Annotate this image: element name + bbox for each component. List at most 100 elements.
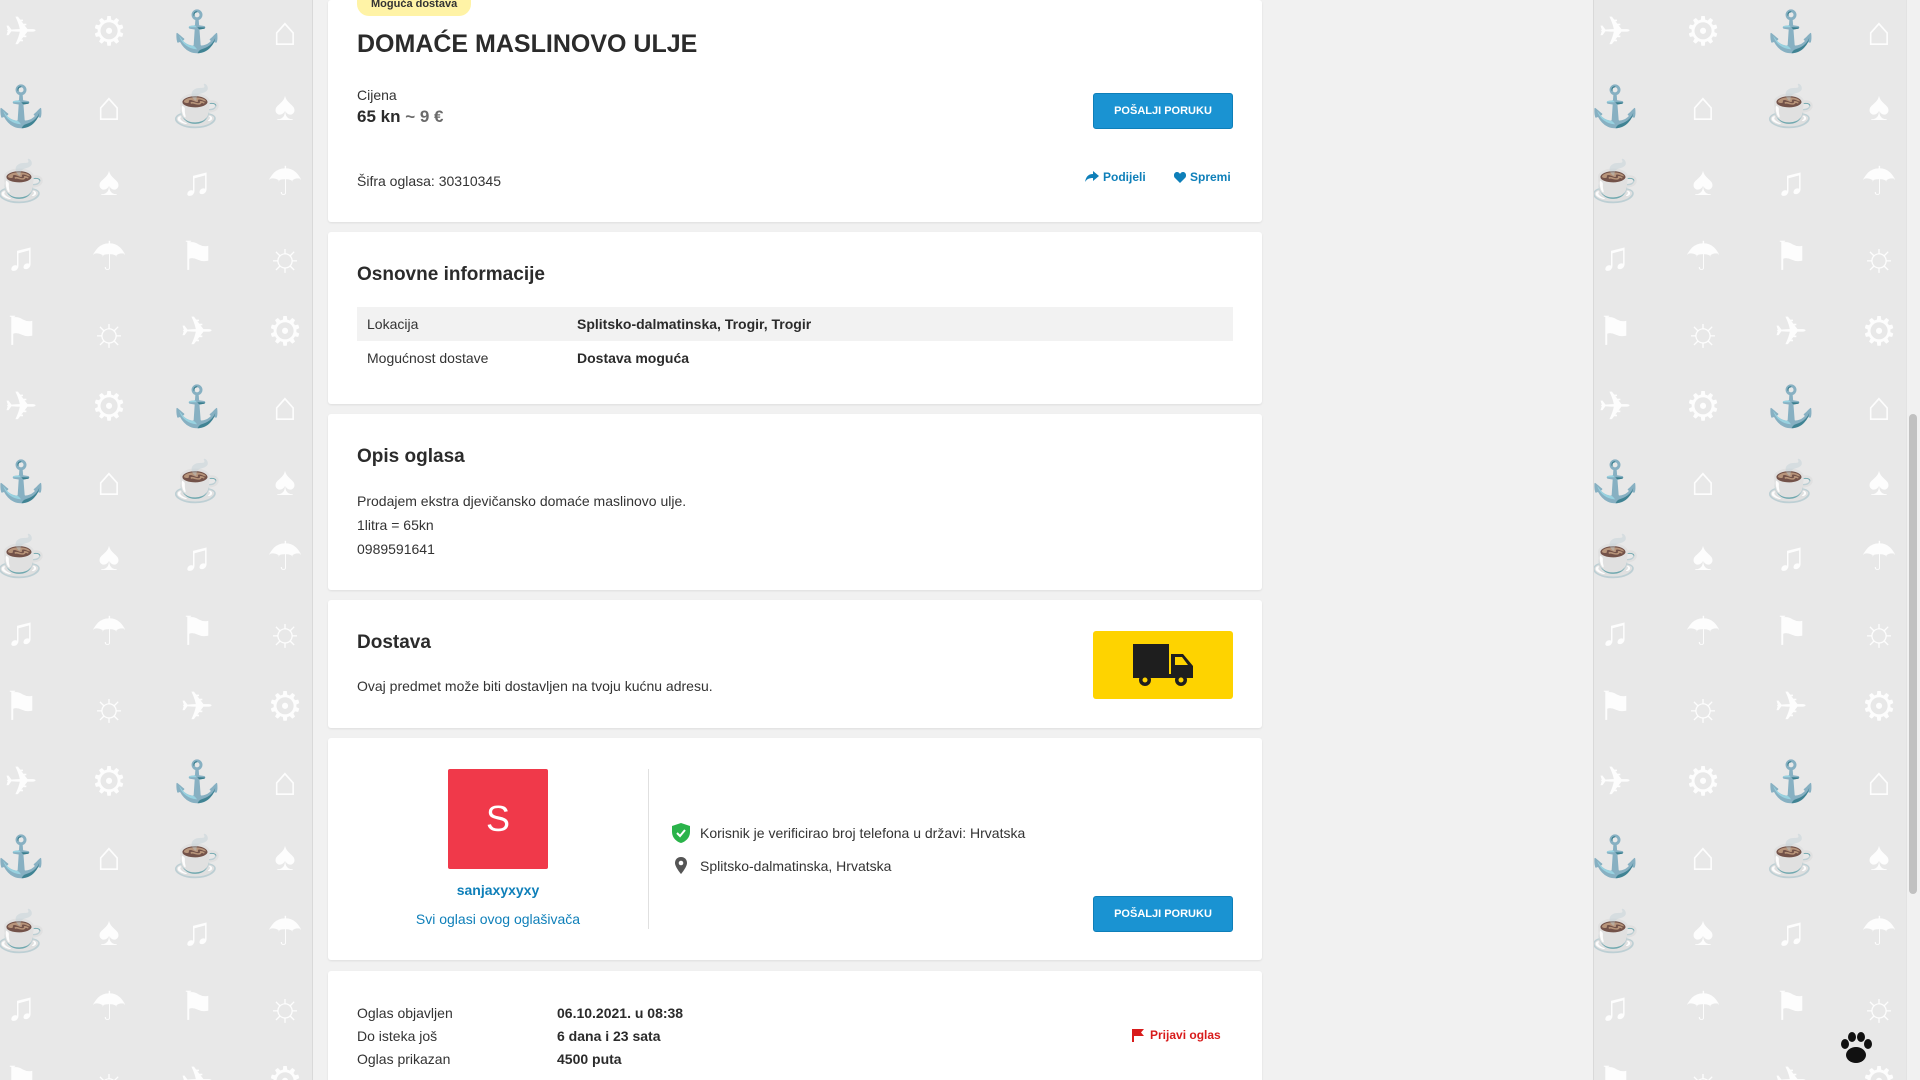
share-button[interactable]: Podijeli <box>1085 170 1146 184</box>
pattern-gear-icon: ⚙ <box>91 385 127 429</box>
price-kn: 65 kn <box>357 107 401 126</box>
pattern-flag-icon: ⚑ <box>179 985 215 1029</box>
send-message-button[interactable]: POŠALJI PORUKU <box>1093 93 1233 129</box>
pattern-house-icon: ⌂ <box>1866 760 1892 804</box>
basic-info-title: Osnovne informacije <box>357 264 545 285</box>
pattern-house-icon: ⌂ <box>96 460 122 504</box>
pattern-house-icon: ⌂ <box>1690 835 1716 879</box>
description-title: Opis oglasa <box>357 446 465 467</box>
pattern-spade-icon: ♠ <box>274 835 296 879</box>
pattern-flag-icon: ⚑ <box>3 310 39 354</box>
pattern-house-icon: ⌂ <box>272 10 298 54</box>
all-seller-ads-link[interactable]: Svi oglasi ovog oglašivača <box>378 911 618 927</box>
pattern-cup-icon: ☕ <box>172 835 222 879</box>
pattern-plane-icon: ✈ <box>180 685 214 729</box>
pattern-anchor-icon: ⚓ <box>172 385 222 429</box>
pattern-sun-icon: ☼ <box>82 1060 136 1080</box>
delivery-badge: Moguća dostava <box>357 0 472 16</box>
pattern-gear-icon: ⚙ <box>1861 685 1897 729</box>
pattern-cup-icon: ☕ <box>0 535 46 579</box>
meta-value: 06.10.2021. u 08:38 <box>557 1005 684 1021</box>
flag-icon <box>1132 1028 1144 1042</box>
pattern-flag-icon: ⚑ <box>3 685 39 729</box>
pattern-sun-icon: ☼ <box>1684 310 1722 354</box>
pattern-plane-icon: ✈ <box>170 1060 224 1080</box>
pattern-umbrella-icon: ☂ <box>1685 235 1721 279</box>
save-button[interactable]: Spremi <box>1174 170 1231 184</box>
scrollbar-thumb[interactable] <box>1909 414 1917 894</box>
pattern-umbrella-icon: ☂ <box>1685 610 1721 654</box>
pattern-umbrella-icon: ☂ <box>91 985 127 1029</box>
pattern-sun-icon: ☼ <box>1684 685 1722 729</box>
price-label: Cijena <box>357 87 397 103</box>
pattern-anchor-icon: ⚓ <box>1594 85 1640 129</box>
ad-id: Šifra oglasa: 30310345 <box>357 173 501 189</box>
pattern-cup-icon: ☕ <box>172 85 222 129</box>
meta-key: Do isteka još <box>357 1028 438 1044</box>
share-icon <box>1085 171 1099 182</box>
report-ad-button[interactable]: Prijavi oglas <box>1132 1028 1221 1042</box>
pattern-anchor-icon: ⚓ <box>0 460 46 504</box>
pattern-spade-icon: ♠ <box>274 460 296 504</box>
verified-shield-icon <box>672 823 690 843</box>
seller-username[interactable]: sanjaxyxyxy <box>398 882 598 898</box>
pattern-plane-icon: ✈ <box>4 385 38 429</box>
pattern-house-icon: ⌂ <box>96 835 122 879</box>
pattern-anchor-icon: ⚓ <box>0 85 46 129</box>
pattern-cup-icon: ☕ <box>1594 535 1640 579</box>
info-key: Mogućnost dostave <box>367 350 489 366</box>
verified-phone: Korisnik je verificirao broj telefona u … <box>672 823 1025 843</box>
avatar[interactable]: S <box>448 769 548 869</box>
pattern-anchor-icon: ⚓ <box>1594 835 1640 879</box>
location-text: Splitsko-dalmatinska, Hrvatska <box>700 858 892 874</box>
ad-title: DOMAĆE MASLINOVO ULJE <box>357 30 698 58</box>
send-message-button-seller[interactable]: POŠALJI PORUKU <box>1093 896 1233 932</box>
pattern-spade-icon: ♠ <box>1692 160 1714 204</box>
pattern-plane-icon: ✈ <box>1774 685 1808 729</box>
pattern-spade-icon: ♠ <box>98 910 120 954</box>
pattern-spade-icon: ♠ <box>1868 85 1890 129</box>
pattern-plane-icon: ✈ <box>4 10 38 54</box>
pattern-flag-icon: ⚑ <box>1594 1060 1642 1080</box>
pattern-cup-icon: ☕ <box>1594 910 1640 954</box>
pattern-cup-icon: ☕ <box>1594 160 1640 204</box>
pattern-music-icon: ♫ <box>182 160 212 204</box>
pattern-sun-icon: ☼ <box>266 235 304 279</box>
pattern-gear-icon: ⚙ <box>1861 310 1897 354</box>
pattern-music-icon: ♫ <box>1776 160 1806 204</box>
pattern-gear-icon: ⚙ <box>267 685 303 729</box>
background-pattern-right: ✈ ⚙ ⚓ ⌂ ⚓ ⌂ ☕ ♠ ☕ ♠ ♫ ☂ ♫ ☂ ⚑ ☼ ⚑ ☼ ✈ ⚙ ✈ ⚙ ⚓ ⌂ ⚓ ⌂ ☕ ♠ ☕ ♠ ♫ ☂ ♫ ☂ ⚑ ☼ ⚑ ☼ ✈ ⚙… <box>1594 0 1906 1080</box>
table-row: Mogućnost dostave Dostava moguća <box>357 341 1233 375</box>
pattern-spade-icon: ♠ <box>1868 460 1890 504</box>
info-value: Splitsko-dalmatinska, Trogir, Trogir <box>577 316 812 332</box>
pattern-anchor-icon: ⚓ <box>1594 460 1640 504</box>
delivery-title: Dostava <box>357 632 431 653</box>
verified-text: Korisnik je verificirao broj telefona u … <box>700 825 1026 841</box>
pattern-cup-icon: ☕ <box>0 910 46 954</box>
pattern-sun-icon: ☼ <box>1676 1060 1730 1080</box>
background-pattern-left: ✈ ⚙ ⚓ ⌂ ⚓ ⌂ ☕ ♠ ☕ ♠ ♫ ☂ ♫ ☂ ⚑ ☼ ⚑ ☼ ✈ ⚙ ✈ ⚙ ⚓ ⌂ ⚓ ⌂ ☕ ♠ ☕ ♠ ♫ ☂ ♫ ☂ ⚑ ☼ ⚑ ☼ ✈ ⚙… <box>0 0 312 1080</box>
pattern-cup-icon: ☕ <box>0 160 46 204</box>
pattern-umbrella-icon: ☂ <box>267 160 303 204</box>
pattern-plane-icon: ✈ <box>1774 310 1808 354</box>
meta-key: Oglas prikazan <box>357 1051 451 1067</box>
pattern-plane-icon: ✈ <box>1764 1060 1818 1080</box>
pattern-umbrella-icon: ☂ <box>267 910 303 954</box>
pattern-sun-icon: ☼ <box>90 310 128 354</box>
pattern-gear-icon: ⚙ <box>267 310 303 354</box>
pattern-umbrella-icon: ☂ <box>1685 985 1721 1029</box>
seller-location: Splitsko-dalmatinska, Hrvatska <box>672 857 891 875</box>
pattern-anchor-icon: ⚓ <box>1766 760 1816 804</box>
pattern-plane-icon: ✈ <box>180 310 214 354</box>
pattern-music-icon: ♫ <box>6 985 36 1029</box>
divider <box>648 769 649 929</box>
basic-info-table: Lokacija Splitsko-dalmatinska, Trogir, T… <box>357 307 1233 375</box>
pattern-sun-icon: ☼ <box>266 985 304 1029</box>
pattern-spade-icon: ♠ <box>1868 835 1890 879</box>
paw-icon[interactable] <box>1836 1028 1876 1068</box>
description-line: 0989591641 <box>357 541 435 557</box>
pattern-music-icon: ♫ <box>6 235 36 279</box>
pattern-umbrella-icon: ☂ <box>91 610 127 654</box>
pattern-plane-icon: ✈ <box>1598 10 1632 54</box>
table-row: Lokacija Splitsko-dalmatinska, Trogir, T… <box>357 307 1233 341</box>
